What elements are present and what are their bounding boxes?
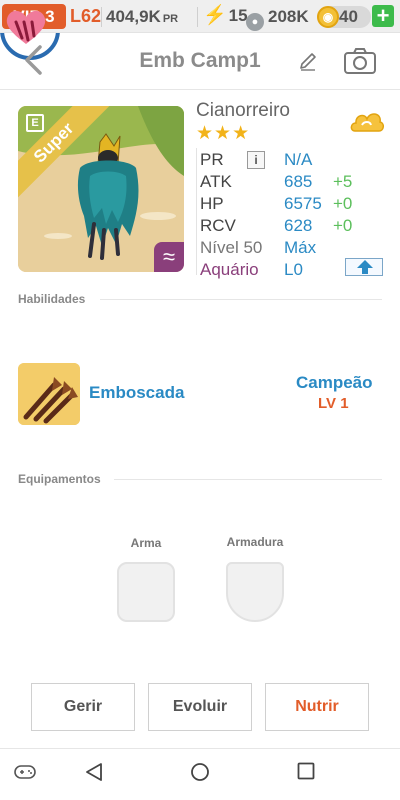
- up-arrow-stem: [362, 267, 368, 274]
- edit-pencil-icon[interactable]: [297, 50, 319, 72]
- pr-label: PR: [200, 150, 224, 169]
- add-gems-button[interactable]: +: [372, 5, 394, 27]
- section-divider: [100, 299, 382, 300]
- recents-square-icon[interactable]: [297, 762, 315, 780]
- heart-claw-icon[interactable]: [0, 0, 60, 60]
- back-triangle-icon[interactable]: [85, 762, 103, 782]
- manage-button[interactable]: Gerir: [31, 683, 135, 731]
- level-label: Nível 50: [200, 238, 263, 257]
- pr-value: N/A: [284, 150, 313, 169]
- coin-counter[interactable]: ● 208K: [246, 6, 309, 31]
- weapon-label: Arma: [130, 536, 162, 550]
- armor-label: Armadura: [226, 535, 284, 549]
- element-upgrade-button[interactable]: [345, 258, 383, 276]
- atk-value: 685: [284, 172, 313, 191]
- gem-coin-icon: ◉: [317, 6, 339, 28]
- hp-label: HP: [200, 194, 224, 213]
- card-corner-icon: E: [26, 114, 44, 132]
- evolve-button[interactable]: Evoluir: [148, 683, 252, 731]
- skills-section-title: Habilidades: [18, 292, 86, 306]
- divider: [197, 7, 198, 27]
- page-header: Emb Camp1: [0, 33, 400, 89]
- arrows-icon[interactable]: [18, 363, 80, 425]
- element-label: Aquário: [200, 260, 259, 279]
- skill-level: LV 1: [318, 395, 349, 412]
- home-circle-icon[interactable]: [190, 762, 210, 782]
- lightning-icon: ⚡: [203, 5, 227, 26]
- gem-counter[interactable]: ◉ 40: [317, 6, 371, 28]
- skill-name-emboscada[interactable]: Emboscada: [89, 383, 184, 403]
- gamepad-icon[interactable]: [14, 764, 36, 780]
- water-element-icon: ≈: [154, 242, 184, 272]
- energy-counter[interactable]: ⚡ 15: [203, 5, 248, 27]
- paw-coin-icon: ●: [246, 13, 264, 31]
- element-level: L0: [284, 260, 303, 279]
- skill-name-campeao[interactable]: Campeão: [296, 373, 373, 393]
- gem-value: 40: [339, 7, 358, 26]
- atk-label: ATK: [200, 172, 232, 191]
- camera-icon[interactable]: [343, 47, 377, 75]
- rcv-bonus: +0: [333, 216, 353, 235]
- cloud-icon[interactable]: [349, 107, 385, 137]
- system-nav-bar: [0, 748, 400, 800]
- hp-bonus: +0: [333, 194, 353, 213]
- level-value: Máx: [284, 238, 317, 257]
- monster-portrait[interactable]: Super E ≈: [18, 106, 184, 272]
- section-divider: [114, 479, 382, 480]
- info-button[interactable]: i: [247, 151, 265, 169]
- feed-button[interactable]: Nutrir: [265, 683, 369, 731]
- energy-value: 15: [228, 6, 248, 25]
- monster-name: Cianorreiro: [196, 100, 290, 121]
- power-value: 404,9K: [106, 7, 161, 26]
- divider: [101, 7, 102, 27]
- status-bar: VIP 3 L62 404,9KPR ⚡15 ●208K ◉ 40 +: [0, 0, 400, 33]
- rarity-stars: ★★★: [196, 123, 251, 144]
- atk-bonus: +5: [333, 172, 353, 191]
- stats-divider: [196, 148, 197, 275]
- weapon-slot[interactable]: [117, 562, 175, 622]
- rcv-label: RCV: [200, 216, 236, 235]
- rcv-value: 628: [284, 216, 313, 235]
- equipment-section-title: Equipamentos: [18, 472, 101, 486]
- coin-value: 208K: [268, 7, 309, 26]
- armor-slot[interactable]: [226, 562, 284, 622]
- page-title: Emb Camp1: [139, 49, 261, 72]
- player-level: L62: [70, 6, 102, 26]
- hp-value: 6575: [284, 194, 322, 213]
- power-unit: PR: [162, 13, 179, 25]
- power-rating: 404,9K PR: [106, 6, 178, 30]
- header-divider: [0, 89, 400, 90]
